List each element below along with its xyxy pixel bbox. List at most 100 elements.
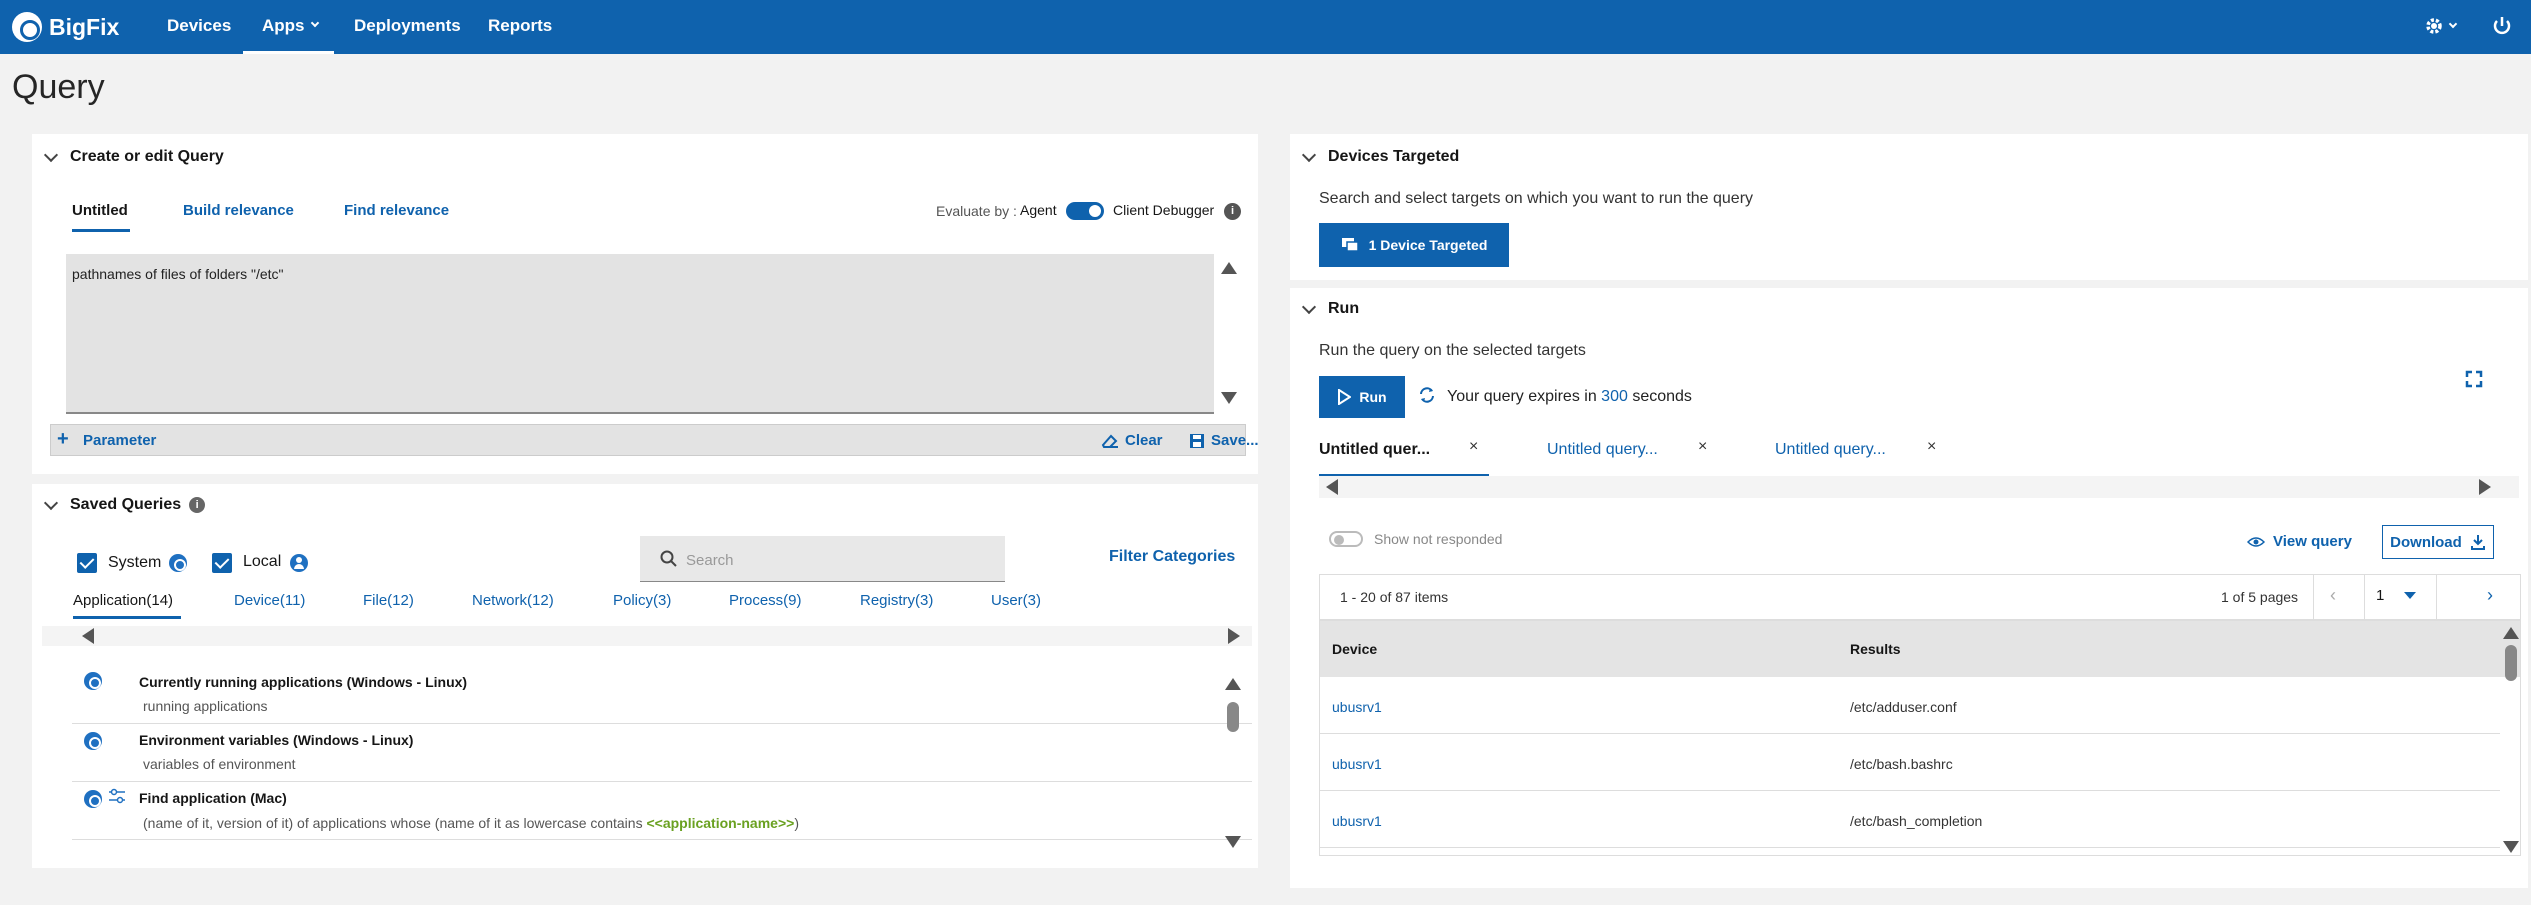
page-select[interactable]: 1: [2376, 587, 2417, 604]
query-description-text: (name of it, version of it) of applicati…: [143, 815, 647, 831]
add-parameter-button[interactable]: Parameter: [83, 432, 156, 449]
caret-down-icon: [2404, 592, 2417, 599]
category-tab-device[interactable]: Device(11): [234, 592, 305, 609]
scroll-up-arrow[interactable]: [1225, 678, 1241, 690]
table-row[interactable]: ubusrv1 /etc/adduser.conf: [1320, 677, 2500, 734]
device-link[interactable]: ubusrv1: [1332, 756, 1382, 772]
search-input[interactable]: Search: [640, 536, 1005, 582]
table-row[interactable]: ubusrv1 /etc/bash.bashrc: [1320, 734, 2500, 791]
device-link[interactable]: ubusrv1: [1332, 813, 1382, 829]
column-header-device: Device: [1332, 641, 1378, 657]
system-label: System: [108, 554, 162, 571]
query-editor[interactable]: pathnames of files of folders "/etc": [66, 254, 1214, 414]
chevron-down-icon: [1301, 299, 1317, 314]
section-title: Run: [1328, 300, 1360, 317]
settings-menu[interactable]: [2424, 16, 2458, 36]
info-icon[interactable]: i: [1224, 203, 1241, 220]
scroll-left-arrow[interactable]: [1326, 479, 1338, 495]
list-item[interactable]: Find application (Mac) (name of it, vers…: [72, 782, 1252, 840]
plus-icon: +: [57, 428, 69, 450]
list-item[interactable]: Currently running applications (Windows …: [72, 666, 1252, 724]
category-tab-user[interactable]: User(3): [991, 592, 1041, 609]
scrollbar-thumb[interactable]: [1227, 702, 1239, 732]
category-tab-application[interactable]: Application(14): [73, 592, 173, 609]
category-tab-policy[interactable]: Policy(3): [613, 592, 671, 609]
query-description: running applications: [143, 698, 268, 714]
run-button[interactable]: Run: [1319, 376, 1405, 418]
create-edit-query-header[interactable]: Create or edit Query: [43, 147, 224, 166]
saved-queries-header[interactable]: Saved Queries i: [43, 495, 206, 514]
bigfix-system-icon: [84, 790, 102, 808]
tab-find-relevance[interactable]: Find relevance: [344, 202, 449, 219]
expiry-prefix: Your query expires in: [1447, 388, 1597, 405]
scroll-left-arrow[interactable]: [82, 628, 94, 644]
view-query-button[interactable]: View query: [2247, 533, 2352, 550]
category-tab-registry[interactable]: Registry(3): [860, 592, 933, 609]
editor-toolbar: + Parameter Clear Save...: [50, 424, 1259, 456]
result-tab-2[interactable]: Untitled query...: [1547, 441, 1658, 459]
nav-deployments[interactable]: Deployments: [354, 16, 461, 36]
scroll-up-arrow[interactable]: [1221, 262, 1237, 274]
scroll-right-arrow[interactable]: [2479, 479, 2491, 495]
devices-targeted-button[interactable]: 1 Device Targeted: [1319, 223, 1509, 267]
section-title: Saved Queries: [70, 496, 182, 513]
power-icon[interactable]: [2491, 15, 2513, 37]
current-page: 1: [2376, 587, 2385, 604]
nav-reports[interactable]: Reports: [488, 16, 552, 36]
close-icon[interactable]: ×: [1698, 438, 1707, 456]
evaluator-toggle[interactable]: [1066, 202, 1104, 220]
filter-categories-button[interactable]: Filter Categories: [1109, 548, 1235, 566]
nav-devices[interactable]: Devices: [167, 16, 231, 36]
local-checkbox[interactable]: [212, 553, 232, 573]
result-cell: /etc/bash_completion: [1850, 813, 1983, 829]
category-tab-file[interactable]: File(12): [363, 592, 414, 609]
expiry-text: Your query expires in 300 seconds: [1447, 388, 1692, 406]
show-not-responded-toggle[interactable]: [1329, 531, 1363, 547]
category-tab-process[interactable]: Process(9): [729, 592, 802, 609]
scroll-up-arrow[interactable]: [2503, 627, 2519, 639]
table-row[interactable]: ubusrv1 /etc/bash_completion: [1320, 791, 2500, 848]
clear-button[interactable]: Clear: [1101, 432, 1163, 449]
download-button[interactable]: Download: [2382, 525, 2494, 559]
tab-untitled[interactable]: Untitled: [72, 202, 128, 219]
evaluate-by-label: Evaluate by :: [936, 203, 1017, 219]
scrollbar-thumb[interactable]: [2505, 645, 2517, 681]
run-header[interactable]: Run: [1301, 299, 1360, 318]
close-icon[interactable]: ×: [1927, 438, 1936, 456]
result-tab-3[interactable]: Untitled query...: [1775, 441, 1886, 459]
run-panel: Run Run the query on the selected target…: [1290, 288, 2528, 888]
download-icon: [2470, 535, 2485, 550]
scroll-right-arrow[interactable]: [1228, 628, 1240, 644]
page-title: Query: [12, 68, 105, 106]
chevron-down-icon: [2448, 19, 2458, 28]
active-category-indicator: [73, 616, 181, 619]
query-title: Find application (Mac): [139, 790, 287, 806]
items-summary: 1 - 20 of 87 items: [1340, 589, 1449, 605]
bigfix-system-icon: [84, 672, 102, 690]
list-item[interactable]: Environment variables (Windows - Linux) …: [72, 724, 1252, 782]
scroll-down-arrow[interactable]: [2503, 841, 2519, 853]
previous-page-icon[interactable]: ‹: [2330, 585, 2336, 606]
nav-apps[interactable]: Apps: [262, 16, 319, 36]
next-page-icon[interactable]: ›: [2487, 585, 2493, 606]
eye-icon: [2247, 536, 2265, 547]
close-icon[interactable]: ×: [1469, 438, 1478, 456]
tab-build-relevance[interactable]: Build relevance: [183, 202, 294, 219]
scroll-down-arrow[interactable]: [1225, 836, 1241, 848]
saved-queries-panel: Saved Queries i System Local Search Filt…: [32, 484, 1258, 868]
result-tabs-scrollbar[interactable]: [1319, 476, 2519, 498]
category-tab-network[interactable]: Network(12): [472, 592, 554, 609]
scroll-down-arrow[interactable]: [1221, 392, 1237, 404]
device-link[interactable]: ubusrv1: [1332, 699, 1382, 715]
result-tab-1[interactable]: Untitled quer...: [1319, 441, 1430, 459]
expand-icon[interactable]: [2465, 370, 2483, 388]
category-scrollbar[interactable]: [42, 626, 1252, 646]
run-label: Run: [1359, 389, 1387, 405]
system-checkbox[interactable]: [77, 553, 97, 573]
download-label: Download: [2390, 533, 2462, 551]
devices-targeted-header[interactable]: Devices Targeted: [1301, 147, 1459, 166]
save-button[interactable]: Save...: [1189, 432, 1259, 449]
agent-label: Agent: [1020, 202, 1057, 218]
search-placeholder: Search: [686, 552, 734, 569]
pagination-bar: 1 - 20 of 87 items 1 of 5 pages ‹ 1 ›: [1319, 574, 2521, 620]
